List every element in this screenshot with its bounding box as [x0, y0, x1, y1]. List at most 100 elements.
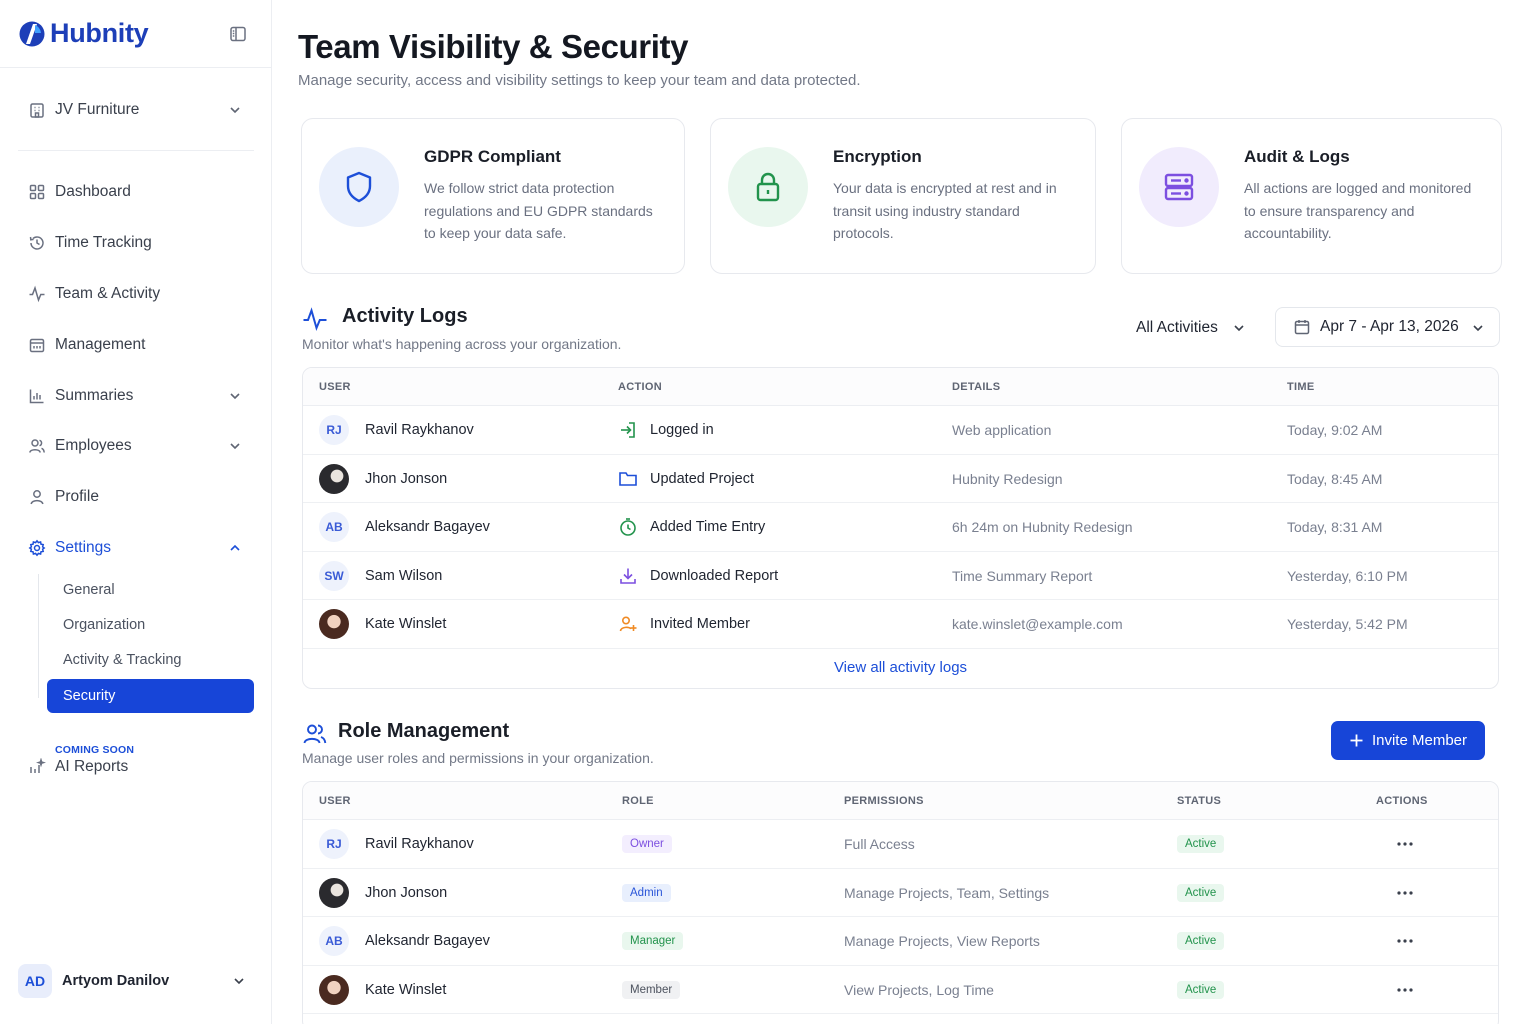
- card-audit-logs: Audit & Logs All actions are logged and …: [1121, 118, 1502, 274]
- status-badge: Active: [1177, 835, 1225, 853]
- table-row[interactable]: AB Aleksandr Bagayev Added Time Entry 6h …: [303, 503, 1498, 552]
- chevron-down-icon: [1234, 325, 1244, 332]
- time: Yesterday, 5:42 PM: [1287, 616, 1408, 632]
- chevron-down-icon: [230, 443, 240, 450]
- card-icon-wrap: [319, 147, 399, 227]
- submenu-general[interactable]: General: [47, 573, 254, 607]
- nav-label: Management: [55, 336, 146, 353]
- hubnity-logo-icon: [19, 21, 45, 46]
- calendar-icon: [1294, 320, 1310, 335]
- card-icon-wrap: [728, 147, 808, 227]
- status-badge: Active: [1177, 932, 1225, 950]
- role-badge[interactable]: Admin: [622, 883, 671, 902]
- activity-logs-title: Activity Logs: [342, 305, 468, 327]
- activity-logs-subtitle: Monitor what's happening across your org…: [302, 336, 622, 352]
- time: Yesterday, 6:10 PM: [1287, 567, 1408, 584]
- submenu-organization[interactable]: Organization: [47, 608, 254, 642]
- users-icon: [303, 724, 327, 744]
- nav-dashboard[interactable]: Dashboard: [18, 174, 254, 210]
- plus-icon: [1350, 734, 1363, 747]
- table-row[interactable]: AB Aleksandr Bagayev Manager Manage Proje…: [303, 917, 1498, 966]
- role-badge[interactable]: Manager: [622, 932, 684, 950]
- time: Today, 8:45 AM: [1287, 470, 1383, 487]
- page-subtitle: Manage security, access and visibility s…: [298, 72, 861, 89]
- card-description: Your data is encrypted at rest and in tr…: [833, 180, 1057, 241]
- invite-label: Invite Member: [1371, 732, 1468, 749]
- card-description: We follow strict data protection regulat…: [424, 180, 653, 241]
- table-row[interactable]: RJ Ravil Raykhanov Owner Full Access Acti…: [303, 820, 1498, 869]
- table-row[interactable]: Jhon Jonson Admin Manage Projects, Team,…: [303, 869, 1498, 917]
- nav-management[interactable]: Management: [18, 327, 254, 363]
- permissions: Full Access: [844, 836, 915, 852]
- submenu-activity-tracking[interactable]: Activity & Tracking: [47, 643, 254, 677]
- download-icon: [620, 568, 636, 584]
- card-gdpr: GDPR Compliant We follow strict data pro…: [301, 118, 685, 274]
- users-icon: [29, 439, 45, 453]
- card-encryption: Encryption Your data is encrypted at res…: [710, 118, 1096, 274]
- app-name: Hubnity: [50, 18, 149, 48]
- nav-summaries[interactable]: Summaries: [18, 378, 254, 414]
- avatar: AB: [319, 926, 349, 956]
- user-name: Kate Winslet: [365, 616, 447, 632]
- user-name: Aleksandr Bagayev: [365, 933, 490, 949]
- invite-member-button[interactable]: Invite Member: [1331, 721, 1485, 760]
- action-label: Updated Project: [650, 470, 754, 487]
- column-header: USER: [319, 795, 351, 807]
- nav-settings[interactable]: Settings: [18, 530, 254, 566]
- avatar: AD: [18, 964, 52, 998]
- column-header: TIME: [1287, 381, 1315, 393]
- action-label: Added Time Entry: [650, 519, 766, 535]
- column-header: ROLE: [622, 795, 654, 807]
- submenu-security[interactable]: Security: [47, 679, 254, 713]
- user-name: Ravil Raykhanov: [365, 422, 474, 438]
- role-badge[interactable]: Member: [622, 980, 681, 999]
- divider: [18, 150, 254, 151]
- role-badge[interactable]: Owner: [622, 835, 672, 853]
- table-row[interactable]: Kate Winslet Invited Member kate.winslet…: [303, 600, 1498, 649]
- user-menu[interactable]: AD Artyom Danilov: [18, 962, 254, 1000]
- nav-time-tracking[interactable]: Time Tracking: [18, 225, 254, 261]
- details: 6h 24m on Hubnity Redesign: [952, 519, 1133, 535]
- clock-history-icon: [29, 236, 44, 250]
- nav-profile[interactable]: Profile: [18, 479, 254, 515]
- table-row[interactable]: Jhon Jonson Updated Project Hubnity Rede…: [303, 455, 1498, 503]
- nav-label: Summaries: [55, 387, 134, 404]
- card-title: Audit & Logs: [1244, 147, 1350, 166]
- table-row[interactable]: Kate Winslet Member View Projects, Log T…: [303, 966, 1498, 1014]
- logo-row: Hubnity: [0, 0, 271, 68]
- avatar: [319, 609, 349, 639]
- chevron-down-icon: [234, 978, 244, 985]
- nav-employees[interactable]: Employees: [18, 428, 254, 464]
- card-icon-wrap: [1139, 147, 1219, 227]
- pulse-icon: [29, 285, 45, 303]
- avatar: SW: [319, 560, 349, 591]
- more-actions-icon[interactable]: [1395, 980, 1415, 1000]
- more-actions-icon[interactable]: [1395, 883, 1415, 903]
- card-title: Encryption: [833, 147, 922, 166]
- page-title: Team Visibility & Security: [298, 28, 689, 65]
- user-name: Jhon Jonson: [365, 470, 448, 487]
- date-range-picker[interactable]: Apr 7 - Apr 13, 2026: [1275, 307, 1500, 347]
- more-actions-icon[interactable]: [1395, 931, 1415, 951]
- nav-ai-reports[interactable]: AI Reports: [28, 758, 128, 776]
- chevron-down-icon: [230, 393, 240, 400]
- status-badge: Active: [1177, 980, 1225, 999]
- details: kate.winslet@example.com: [952, 616, 1123, 632]
- permissions: Manage Projects, View Reports: [844, 933, 1040, 949]
- chevron-down-icon: [1473, 325, 1483, 332]
- view-all-activity-link[interactable]: View all activity logs: [303, 659, 1498, 676]
- action-label: Downloaded Report: [650, 567, 779, 584]
- org-switcher[interactable]: JV Furniture: [18, 90, 254, 130]
- pulse-icon: [303, 307, 327, 332]
- sidebar-toggle-icon[interactable]: [229, 25, 247, 43]
- column-header: STATUS: [1177, 795, 1222, 807]
- user-name: Jhon Jonson: [365, 884, 448, 901]
- nav-team-activity[interactable]: Team & Activity: [18, 276, 254, 312]
- table-header: USER ACTION DETAILS TIME: [303, 368, 1498, 406]
- table-row[interactable]: RJ Ravil Raykhanov Logged in Web applicat…: [303, 406, 1498, 455]
- ai-sparkle-icon: [30, 758, 46, 773]
- building-icon: [30, 103, 44, 118]
- more-actions-icon[interactable]: [1395, 834, 1415, 854]
- table-row[interactable]: SW Sam Wilson Downloaded Report Time Summ…: [303, 552, 1498, 600]
- activity-filter-dropdown[interactable]: All Activities: [1136, 316, 1246, 340]
